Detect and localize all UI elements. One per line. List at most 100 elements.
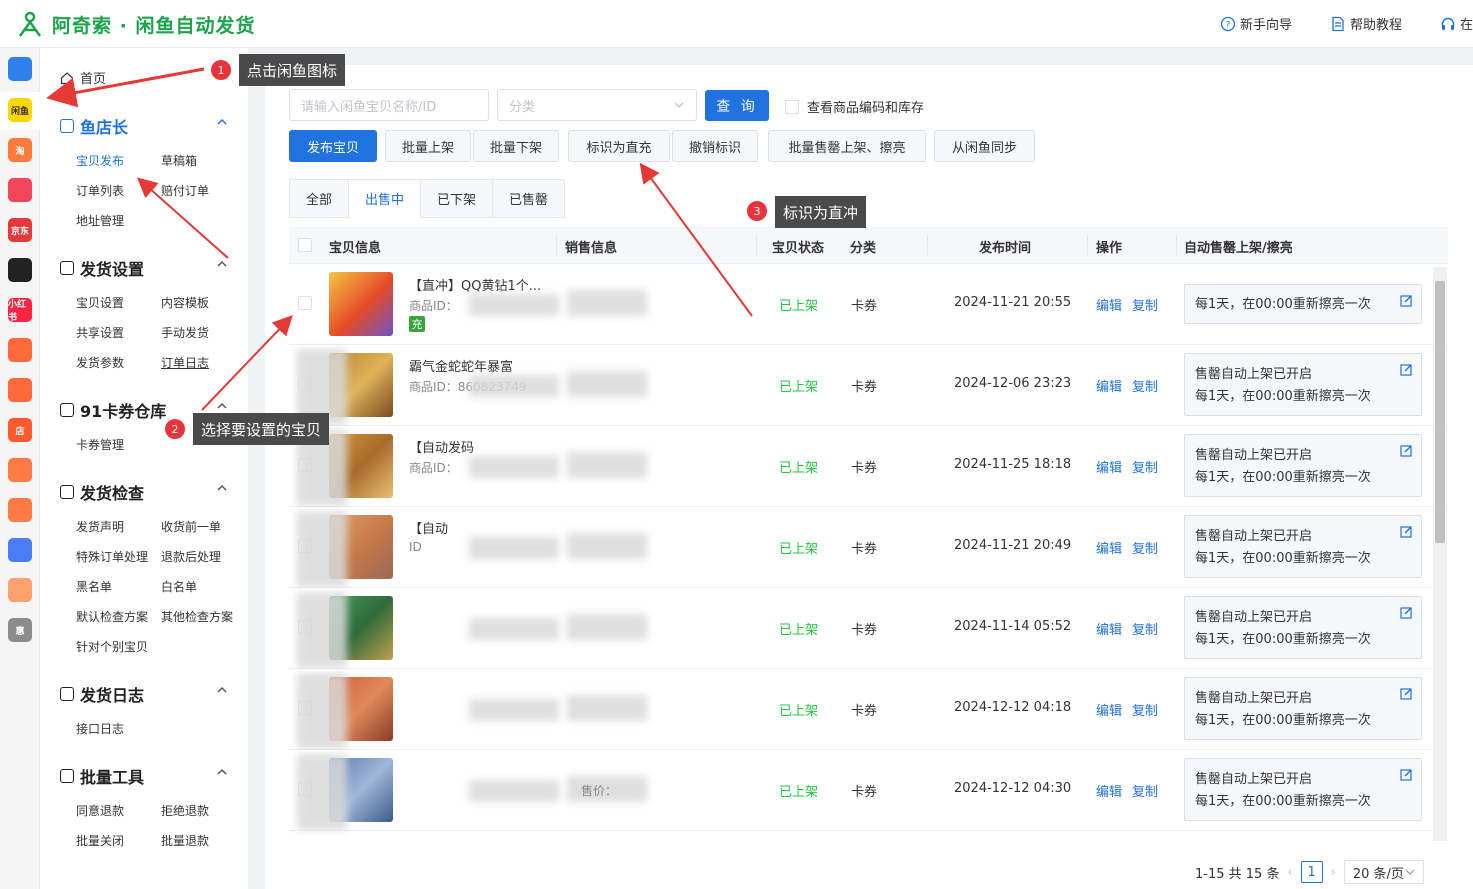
row-checkbox[interactable] [298, 296, 312, 310]
tab-3[interactable]: 已售罄 [493, 179, 566, 218]
toolbar-button-5[interactable]: 批量售罄上架、擦亮 [768, 130, 926, 162]
edit-icon[interactable] [1400, 363, 1413, 376]
sidebar-item[interactable]: 订单日志 [161, 354, 209, 371]
copy-link[interactable]: 复制 [1132, 781, 1158, 800]
sidebar-item[interactable]: 白名单 [161, 578, 197, 595]
sidebar-item[interactable]: 卡券管理 [76, 436, 124, 453]
sidebar-item[interactable]: 地址管理 [76, 212, 124, 229]
product-title[interactable]: 【自动发码 [409, 437, 474, 456]
toolbar-button-6[interactable]: 从闲鱼同步 [934, 130, 1035, 162]
copy-link[interactable]: 复制 [1132, 376, 1158, 395]
sidebar-item[interactable]: 发货声明 [76, 518, 124, 535]
current-page[interactable]: 1 [1300, 861, 1323, 883]
product-title[interactable]: 【自动 [409, 518, 448, 537]
sidebar-item[interactable]: 接口日志 [76, 720, 124, 737]
sidebar-section-0[interactable]: 鱼店长 [60, 114, 228, 138]
product-title[interactable]: 霸气金蛇蛇年暴富 [409, 356, 513, 375]
edit-link[interactable]: 编辑 [1096, 619, 1122, 638]
edit-link[interactable]: 编辑 [1096, 457, 1122, 476]
link-icon[interactable] [8, 538, 32, 562]
query-button[interactable]: 查 询 [705, 90, 769, 121]
sidebar-item[interactable]: 同意退款 [76, 802, 124, 819]
taobao-icon[interactable]: 淘 [8, 138, 32, 162]
sidebar-item[interactable]: 其他检查方案 [161, 608, 233, 625]
sidebar-item[interactable]: 内容模板 [161, 294, 209, 311]
prev-page-icon[interactable]: ‹ [1287, 865, 1292, 880]
new-user-guide-link[interactable]: ? 新手向导 [1220, 14, 1292, 33]
douyin-icon[interactable] [8, 258, 32, 282]
edit-link[interactable]: 编辑 [1096, 295, 1122, 314]
page-size-select[interactable]: 20 条/页 [1343, 860, 1424, 884]
edit-link[interactable]: 编辑 [1096, 376, 1122, 395]
sidebar-item[interactable]: 针对个别宝贝 [76, 638, 148, 655]
edit-icon[interactable] [1400, 294, 1413, 307]
tab-2[interactable]: 已下架 [421, 179, 494, 218]
app-logo[interactable]: 阿奇索 · 闲鱼自动发货 [16, 10, 255, 38]
xiaohongshu-icon[interactable]: 小红书 [8, 298, 32, 323]
sidebar-section-5[interactable]: 批量工具 [60, 764, 228, 788]
copy-link[interactable]: 复制 [1132, 700, 1158, 719]
sidebar-item[interactable]: 手动发货 [161, 324, 209, 341]
sidebar-item[interactable]: 收货前一单 [161, 518, 221, 535]
table-row[interactable]: 已上架 卡券 2024-11-14 05:52 编辑 复制 售罄自动上架已开启 每1天，在0… [289, 588, 1448, 669]
table-row[interactable]: 售价： 已上架 卡券 2024-12-12 04:30 编辑 复制 售罄自动上架已开启 每1天… [289, 750, 1448, 831]
table-scrollbar[interactable] [1433, 267, 1447, 841]
sidebar-item[interactable]: 特殊订单处理 [76, 548, 148, 565]
grid-apps-icon[interactable] [8, 57, 32, 81]
search-input[interactable]: 请输入闲鱼宝贝名称/ID [289, 89, 489, 121]
sidebar-item[interactable]: 赔付订单 [161, 182, 209, 199]
sidebar-item[interactable]: 默认检查方案 [76, 608, 148, 625]
table-row[interactable]: 【自动 ID 已上架 卡券 2024-11-21 20:49 编辑 复制 售罄自动上架已开启每… [289, 507, 1448, 588]
checkbox[interactable] [785, 99, 799, 114]
scroll-thumb[interactable] [1435, 281, 1445, 543]
sidebar-section-3[interactable]: 发货检查 [60, 480, 228, 504]
sidebar-item[interactable]: 宝贝发布 [76, 152, 124, 169]
copy-link[interactable]: 复制 [1132, 457, 1158, 476]
copy-link[interactable]: 复制 [1132, 295, 1158, 314]
toolbar-button-1[interactable]: 批量上架 [385, 130, 471, 162]
jingdong-icon[interactable]: 京东 [8, 218, 32, 242]
sidebar-item[interactable]: 订单列表 [76, 182, 124, 199]
edit-icon[interactable] [1400, 606, 1413, 619]
next-page-icon[interactable]: › [1331, 865, 1336, 880]
edit-icon[interactable] [1400, 687, 1413, 700]
sidebar-item[interactable]: 草稿箱 [161, 152, 197, 169]
toolbar-button-0[interactable]: 发布宝贝 [289, 130, 377, 162]
copy-link[interactable]: 复制 [1132, 619, 1158, 638]
tab-1[interactable]: 出售中 [349, 179, 422, 218]
sidebar-home[interactable]: 首页 [60, 68, 106, 87]
sidebar-item[interactable]: 拒绝退款 [161, 802, 209, 819]
select-all-checkbox[interactable] [298, 238, 312, 252]
pinduoduo-icon[interactable] [8, 178, 32, 202]
table-row[interactable]: 已上架 卡券 2024-12-12 04:18 编辑 复制 售罄自动上架已开启 每1天，在0… [289, 669, 1448, 750]
edit-link[interactable]: 编辑 [1096, 781, 1122, 800]
store-icon[interactable]: 店 [8, 418, 32, 442]
product-title[interactable]: 【直冲】QQ黄钻1个... [409, 275, 541, 294]
shop-icon[interactable] [8, 578, 32, 602]
table-row[interactable]: 【直冲】QQ黄钻1个... 商品ID： 充 已上架 卡券 2024-11-21 20:55… [289, 264, 1448, 345]
gift-icon[interactable] [8, 458, 32, 482]
product-thumbnail[interactable] [329, 272, 393, 336]
bag-icon[interactable] [8, 498, 32, 522]
edit-icon[interactable] [1400, 444, 1413, 457]
sidebar-item[interactable]: 宝贝设置 [76, 294, 124, 311]
edit-icon[interactable] [1400, 768, 1413, 781]
thumb-icon[interactable] [8, 378, 32, 402]
online-service-link[interactable]: 在 [1440, 14, 1473, 33]
sidebar-section-4[interactable]: 发货日志 [60, 682, 228, 706]
hui-icon[interactable]: 惠 [8, 618, 32, 642]
toolbar-button-4[interactable]: 撤销标识 [672, 130, 758, 162]
toolbar-button-3[interactable]: 标识为直充 [568, 130, 670, 162]
category-select[interactable]: 分类 [497, 89, 697, 121]
edit-link[interactable]: 编辑 [1096, 700, 1122, 719]
copy-link[interactable]: 复制 [1132, 538, 1158, 557]
kuaishou-icon[interactable] [8, 338, 32, 362]
help-tutorial-link[interactable]: 帮助教程 [1330, 14, 1402, 33]
edit-icon[interactable] [1400, 525, 1413, 538]
sidebar-item[interactable]: 退款后处理 [161, 548, 221, 565]
table-row[interactable]: 霸气金蛇蛇年暴富 商品ID：860823749 已上架 卡券 2024-12-06 23… [289, 345, 1448, 426]
toolbar-button-2[interactable]: 批量下架 [473, 130, 559, 162]
xianyu-icon[interactable]: 闲鱼 [8, 98, 32, 122]
sidebar-section-1[interactable]: 发货设置 [60, 256, 228, 280]
edit-link[interactable]: 编辑 [1096, 538, 1122, 557]
